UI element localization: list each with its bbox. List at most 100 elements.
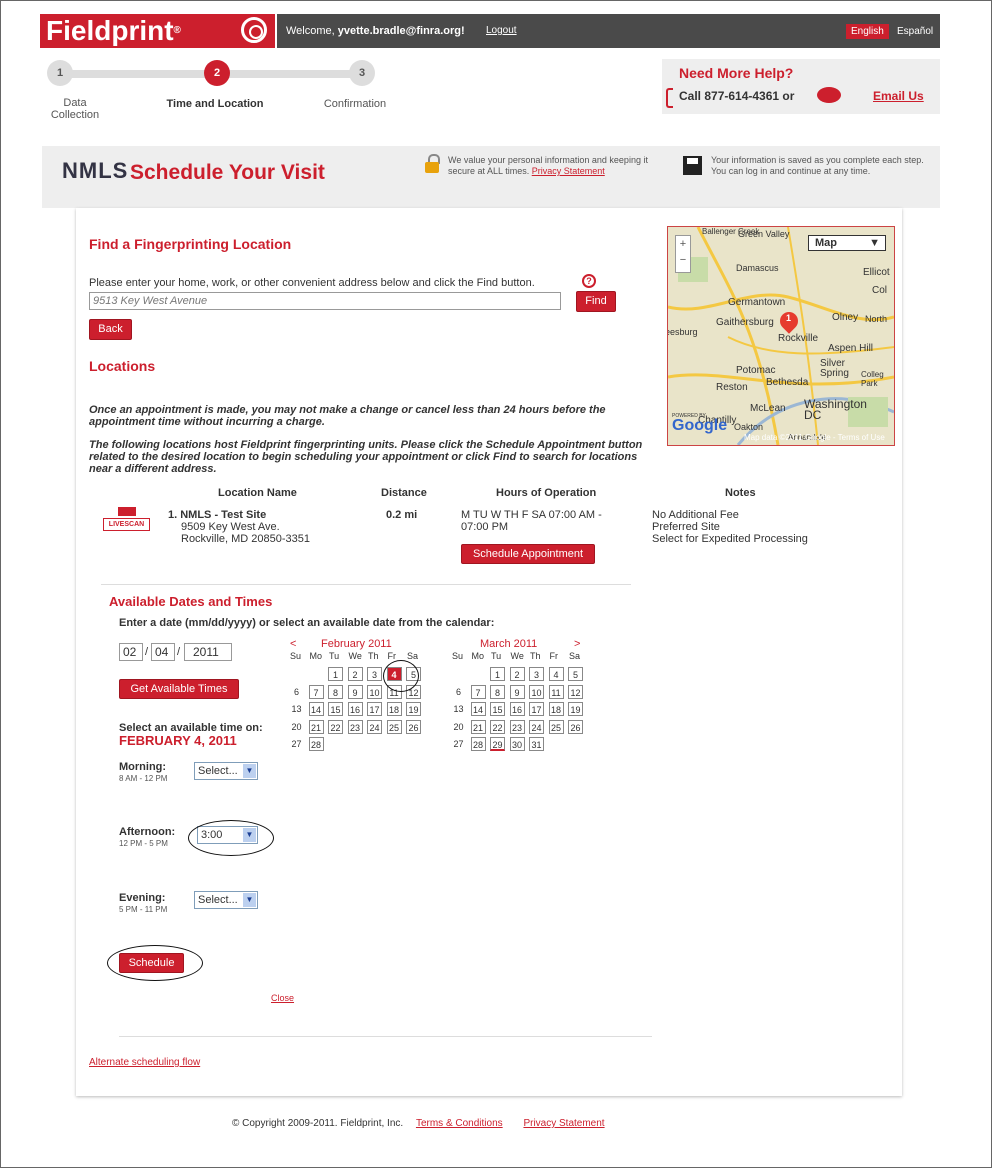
map-label: McLean	[750, 403, 786, 414]
privacy-link[interactable]: Privacy Statement	[523, 1118, 604, 1129]
calendar-day: 13	[291, 704, 302, 714]
calendar-day[interactable]: 5	[568, 667, 583, 681]
security-note: We value your personal information and k…	[448, 155, 648, 176]
address-input[interactable]: 9513 Key West Avenue	[89, 292, 561, 310]
autosave-note: Your information is saved as you complet…	[711, 155, 924, 176]
calendar-day[interactable]: 22	[490, 719, 505, 734]
calendar-day[interactable]: 2	[509, 667, 525, 681]
calendar-day[interactable]: 3	[367, 667, 382, 681]
calendar-day[interactable]: 25	[548, 719, 564, 734]
calendar-day[interactable]: 10	[529, 684, 544, 699]
calendar-day[interactable]: 14	[308, 702, 324, 716]
calendar-day[interactable]: 1	[328, 667, 343, 681]
calendar-day[interactable]: 18	[548, 702, 564, 716]
calendar-day[interactable]: 3	[529, 667, 544, 681]
calendar-day[interactable]: 23	[509, 719, 525, 734]
fieldprint-logo[interactable]: Fieldprint®	[40, 14, 275, 48]
col-hours: Hours of Operation	[496, 487, 597, 499]
map-marker-number: 1	[786, 313, 792, 323]
calendar-day[interactable]: 28	[470, 737, 486, 751]
calendar-day[interactable]: 16	[509, 702, 525, 716]
close-link[interactable]: Close	[271, 993, 294, 1003]
calendar-day[interactable]: 9	[347, 684, 363, 699]
calendar-day[interactable]: 4	[548, 667, 564, 681]
location-name: 1. NMLS - Test Site	[168, 509, 267, 521]
help-box: Need More Help? Call 877-614-4361 or Ema…	[662, 59, 940, 114]
evening-time-select[interactable]: Select... ▼	[194, 891, 258, 909]
calendar-day[interactable]: 22	[328, 719, 343, 734]
calendar-day[interactable]: 19	[568, 702, 583, 716]
calendar-day[interactable]: 16	[347, 702, 363, 716]
calendar-day[interactable]: 8	[328, 684, 343, 699]
calendar-day[interactable]: 25	[386, 719, 402, 734]
calendar-next-button[interactable]: >	[574, 638, 580, 650]
calendar-day[interactable]: 18	[386, 702, 402, 716]
language-english-button[interactable]: English	[846, 24, 889, 39]
calendar-day[interactable]: 29	[490, 737, 505, 751]
step-3-indicator: 3	[349, 60, 375, 86]
date-month-input[interactable]: 02	[119, 643, 143, 661]
calendar-day[interactable]: 17	[367, 702, 382, 716]
find-button[interactable]: Find	[576, 291, 616, 312]
language-spanish-link[interactable]: Español	[897, 26, 933, 37]
afternoon-label: Afternoon:	[119, 826, 176, 838]
calendar-day[interactable]: 12	[568, 684, 583, 699]
map-type-select[interactable]: Map ▼	[808, 235, 886, 251]
calendar-day[interactable]: 21	[470, 719, 486, 734]
calendar-day[interactable]: 1	[490, 667, 505, 681]
calendar-day[interactable]: 19	[406, 702, 421, 716]
calendar-day[interactable]: 24	[367, 719, 382, 734]
calendar-day[interactable]: 17	[529, 702, 544, 716]
map-label: Bethesda	[766, 377, 809, 388]
map-zoom-control[interactable]: + −	[675, 235, 691, 273]
calendar-day[interactable]: 7	[470, 684, 486, 699]
calendar-day[interactable]: 11	[548, 684, 564, 699]
calendar-day[interactable]: 31	[529, 737, 544, 751]
user-email: yvette.bradle@finra.org!	[337, 25, 465, 37]
calendar-day[interactable]: 8	[490, 684, 505, 699]
calendar-day[interactable]: 2	[347, 667, 363, 681]
divider	[101, 584, 631, 585]
date-year-input[interactable]: 2011	[184, 643, 232, 661]
calendar-day[interactable]: 21	[308, 719, 324, 734]
map-label: Oakton	[734, 422, 764, 432]
help-question-icon[interactable]: ?	[582, 274, 596, 288]
selected-date: FEBRUARY 4, 2011	[119, 733, 237, 748]
date-day-input[interactable]: 04	[151, 643, 175, 661]
terms-link[interactable]: Terms & Conditions	[416, 1118, 503, 1129]
get-available-times-button[interactable]: Get Available Times	[119, 679, 239, 699]
help-title: Need More Help?	[679, 65, 794, 81]
calendar-prev-button[interactable]: <	[290, 638, 296, 650]
calendar-weekday-label: Tu	[329, 651, 340, 661]
calendar-day[interactable]: 10	[367, 684, 382, 699]
schedule-appointment-button[interactable]: Schedule Appointment	[461, 544, 595, 564]
calendar-day[interactable]: 30	[509, 737, 525, 751]
calendar-day[interactable]: 9	[509, 684, 525, 699]
map-label: Potomac	[736, 365, 776, 376]
back-button[interactable]: Back	[89, 319, 132, 340]
calendar-day[interactable]: 15	[328, 702, 343, 716]
logout-link[interactable]: Logout	[486, 25, 517, 36]
calendar-weekday-label: Th	[368, 651, 379, 661]
location-map[interactable]: + − Map ▼ Ballenger Creek Green Valley Dam…	[667, 226, 895, 446]
footer: © Copyright 2009-2011. Fieldprint, Inc. …	[232, 1118, 605, 1129]
step-1-indicator: 1	[47, 60, 73, 86]
calendar-day[interactable]: 26	[568, 719, 583, 734]
privacy-statement-link[interactable]: Privacy Statement	[532, 166, 605, 176]
calendar-day[interactable]: 23	[347, 719, 363, 734]
calendar-day[interactable]: 26	[406, 719, 421, 734]
alternate-scheduling-link[interactable]: Alternate scheduling flow	[89, 1057, 200, 1068]
welcome-text: Welcome, yvette.bradle@finra.org!	[286, 25, 465, 37]
calendar-day[interactable]: 14	[470, 702, 486, 716]
col-distance: Distance	[381, 487, 427, 499]
calendar-day[interactable]: 24	[529, 719, 544, 734]
email-us-link[interactable]: Email Us	[873, 89, 924, 103]
step-2-indicator: 2	[204, 60, 230, 86]
location-hours: M TU W TH F SA 07:00 AM - 07:00 PM	[461, 509, 602, 533]
calendar-day[interactable]: 7	[308, 684, 324, 699]
chat-bubble-icon	[817, 87, 841, 103]
calendar-day[interactable]: 28	[308, 737, 324, 751]
morning-time-select[interactable]: Select... ▼	[194, 762, 258, 780]
evening-range: 5 PM - 11 PM	[119, 905, 168, 914]
calendar-day[interactable]: 15	[490, 702, 505, 716]
